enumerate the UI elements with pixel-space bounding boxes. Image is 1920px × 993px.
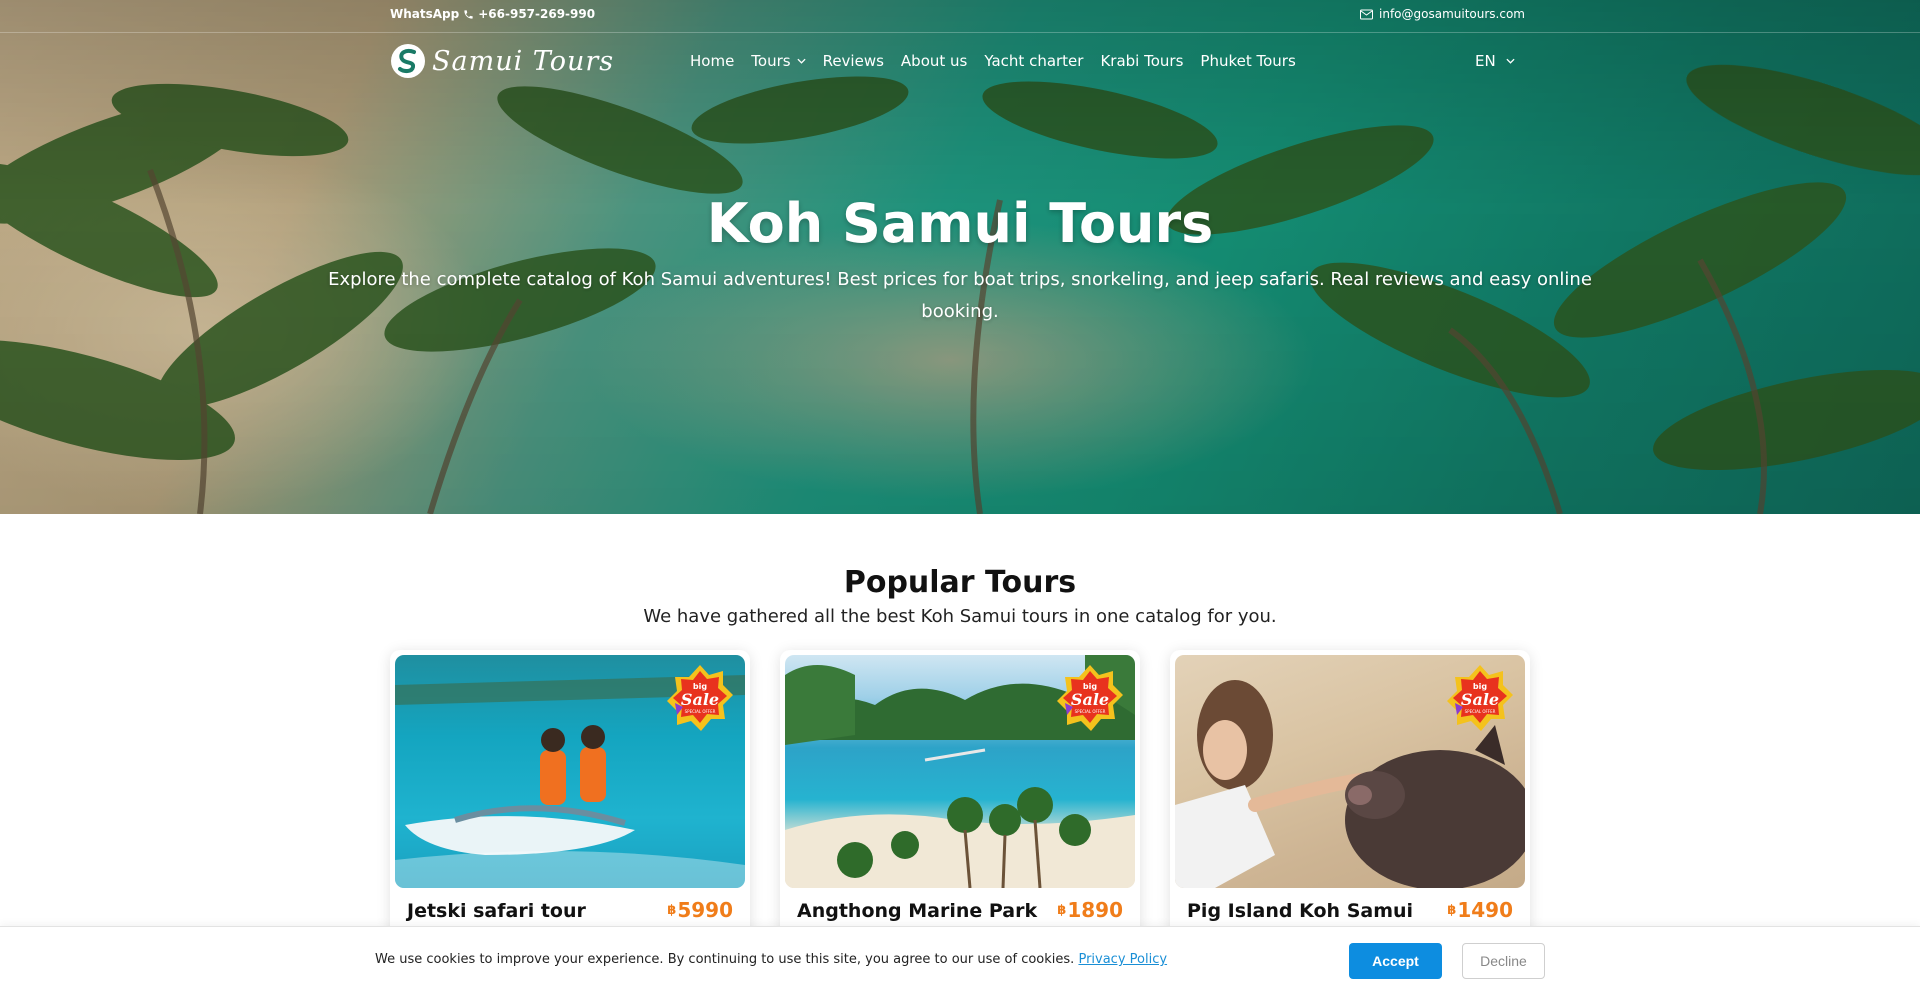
- nav-tours[interactable]: Tours: [751, 52, 806, 70]
- tour-price: ฿5990: [667, 898, 733, 922]
- tour-title[interactable]: Pig Island Koh Samui: [1187, 900, 1413, 922]
- tour-price: ฿1890: [1057, 898, 1123, 922]
- nav-yacht-charter[interactable]: Yacht charter: [984, 52, 1083, 70]
- hero-title: Koh Samui Tours: [706, 192, 1214, 255]
- nav-menu: Home Tours Reviews About us Yacht charte…: [690, 52, 1313, 70]
- cookie-message: We use cookies to improve your experienc…: [375, 952, 1167, 967]
- currency-symbol: ฿: [667, 903, 677, 918]
- price-value: 1490: [1457, 898, 1513, 922]
- sale-badge-icon: big Sale SPECIAL OFFER: [1447, 665, 1513, 731]
- accept-cookies-button[interactable]: Accept: [1349, 943, 1442, 979]
- sale-badge-main: Sale: [681, 690, 719, 709]
- currency-symbol: ฿: [1057, 903, 1067, 918]
- tour-image-angthong[interactable]: big Sale SPECIAL OFFER: [785, 655, 1135, 888]
- tour-price: ฿1490: [1447, 898, 1513, 922]
- envelope-icon: [1360, 9, 1374, 19]
- language-selector[interactable]: EN: [1475, 52, 1515, 70]
- logo-text: Samui Tours: [432, 45, 615, 77]
- email-address: info@gosamuitours.com: [1379, 7, 1525, 21]
- sale-badge-sub: SPECIAL OFFER: [1075, 709, 1106, 714]
- email-contact[interactable]: info@gosamuitours.com: [1360, 7, 1525, 21]
- popular-tours-title: Popular Tours: [843, 565, 1077, 600]
- nav-krabi-tours[interactable]: Krabi Tours: [1100, 52, 1183, 70]
- privacy-policy-link[interactable]: Privacy Policy: [1078, 952, 1167, 967]
- decline-cookies-button[interactable]: Decline: [1462, 943, 1545, 979]
- tour-title[interactable]: Jetski safari tour: [407, 900, 586, 922]
- price-value: 1890: [1067, 898, 1123, 922]
- currency-symbol: ฿: [1447, 903, 1457, 918]
- cookie-consent-bar: We use cookies to improve your experienc…: [0, 926, 1920, 993]
- nav-phuket-tours[interactable]: Phuket Tours: [1200, 52, 1295, 70]
- whatsapp-contact[interactable]: WhatsApp +66-957-269-990: [390, 7, 595, 21]
- sale-badge-icon: big Sale SPECIAL OFFER: [1057, 665, 1123, 731]
- site-logo[interactable]: Samui Tours: [390, 43, 614, 79]
- tour-image-jetski[interactable]: big Sale SPECIAL OFFER: [395, 655, 745, 888]
- nav-tours-label: Tours: [751, 52, 791, 70]
- phone-icon: [464, 9, 473, 19]
- price-value: 5990: [677, 898, 733, 922]
- sale-badge-icon: big Sale SPECIAL OFFER: [667, 665, 733, 731]
- tour-title[interactable]: Angthong Marine Park: [797, 900, 1037, 922]
- main-navbar: Samui Tours Home Tours Reviews About us …: [0, 33, 1920, 89]
- sale-badge-sub: SPECIAL OFFER: [1465, 709, 1496, 714]
- chevron-down-icon: [1506, 58, 1515, 64]
- phone-number: +66-957-269-990: [478, 7, 596, 21]
- tour-image-pig-island[interactable]: big Sale SPECIAL OFFER: [1175, 655, 1525, 888]
- top-bar: WhatsApp +66-957-269-990 info@gosamuitou…: [0, 0, 1920, 33]
- sale-badge-main: Sale: [1461, 690, 1499, 709]
- nav-home[interactable]: Home: [690, 52, 734, 70]
- samui-logo-icon: [391, 44, 425, 78]
- chevron-down-icon: [797, 58, 806, 64]
- sale-badge-sub: SPECIAL OFFER: [685, 709, 716, 714]
- whatsapp-label: WhatsApp: [390, 7, 460, 21]
- nav-reviews[interactable]: Reviews: [823, 52, 884, 70]
- language-label: EN: [1475, 52, 1496, 70]
- sale-badge-main: Sale: [1071, 690, 1109, 709]
- cookie-text: We use cookies to improve your experienc…: [375, 952, 1075, 967]
- hero-section: WhatsApp +66-957-269-990 info@gosamuitou…: [0, 0, 1920, 514]
- popular-tours-subtitle: We have gathered all the best Koh Samui …: [643, 606, 1277, 627]
- nav-about-us[interactable]: About us: [901, 52, 967, 70]
- hero-subtitle: Explore the complete catalog of Koh Samu…: [328, 269, 1592, 322]
